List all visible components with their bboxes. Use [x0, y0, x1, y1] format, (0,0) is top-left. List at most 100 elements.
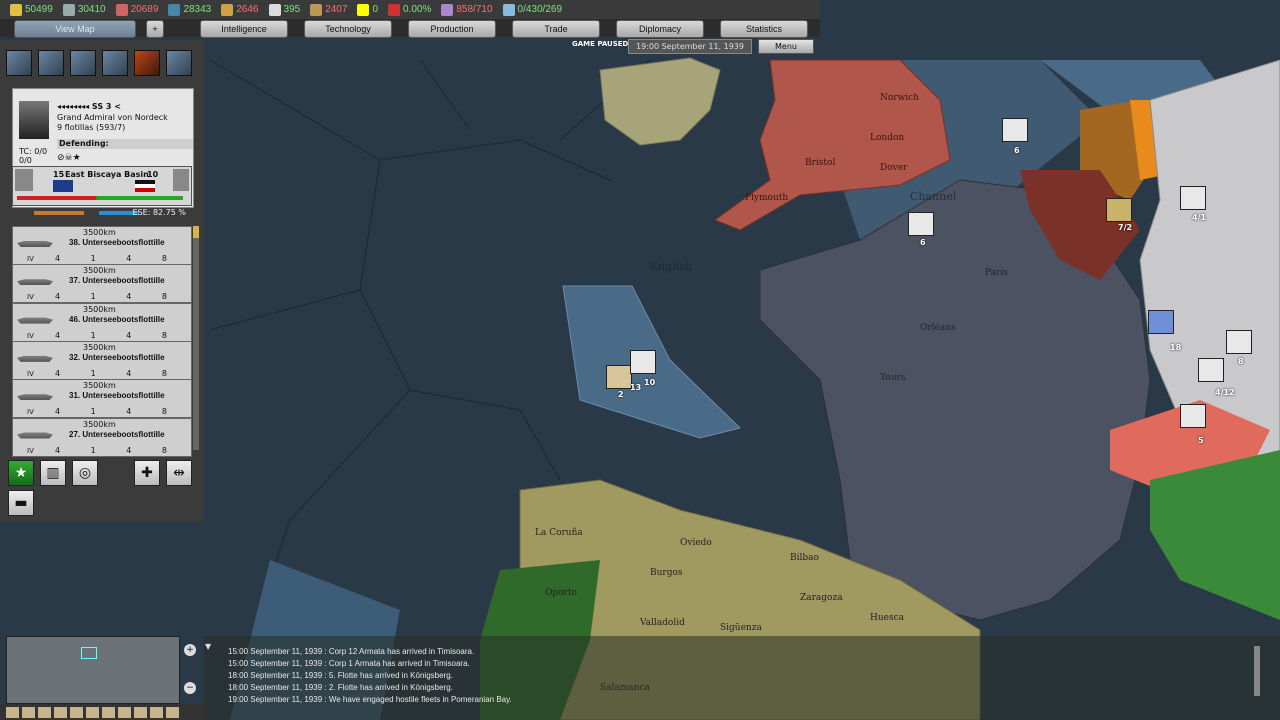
manpower-icon: [310, 3, 323, 16]
menu-button[interactable]: Menu: [758, 39, 814, 54]
flotilla-row[interactable]: 3500km 27. Unterseebootsflottille IV 4 1 4 …: [12, 417, 192, 457]
commander-portrait: [19, 101, 49, 139]
flotilla-list-scrollbar[interactable]: [193, 226, 199, 450]
set-home-button[interactable]: ★: [8, 460, 34, 486]
log-message: 15:00 September 11, 1939 : Corp 1 Armata…: [228, 659, 470, 668]
toolbar-icon[interactable]: [54, 706, 67, 718]
merge-button[interactable]: ✚: [134, 460, 160, 486]
resource-value: 0/430/269: [517, 4, 563, 15]
resource-dissent: 0.00%: [388, 3, 431, 16]
air-mode-icon[interactable]: [70, 50, 96, 76]
resource-metal: 30410: [62, 3, 106, 16]
tab-diplomacy[interactable]: Diplomacy: [616, 20, 704, 38]
reorganize-button[interactable]: ▥: [40, 460, 66, 486]
army-counter-german[interactable]: [1180, 186, 1206, 210]
toolbar-icon[interactable]: [22, 706, 35, 718]
split-button[interactable]: ⇹: [166, 460, 192, 486]
mission-label: Defending:: [57, 139, 193, 149]
resource-value: 2646: [236, 4, 259, 15]
commander-name[interactable]: Grand Admiral von Nordeck: [57, 113, 168, 122]
submarine-icon: [17, 241, 53, 247]
log-scrollbar[interactable]: [1254, 646, 1260, 696]
germany-flag-icon: [135, 180, 155, 192]
resource-value: 858/710: [456, 4, 493, 15]
army-counter-german[interactable]: [1198, 358, 1224, 382]
toolbar-icon[interactable]: [102, 706, 115, 718]
submarine-icon: [17, 432, 53, 439]
toolbar-icon[interactable]: [6, 706, 19, 718]
army-counter-french[interactable]: [1148, 310, 1174, 334]
flotilla-row[interactable]: 3500km 38. Unterseebootsflottille IV 4 1 4 …: [12, 226, 192, 265]
tab-intelligence[interactable]: Intelligence: [200, 20, 288, 38]
tab-production[interactable]: Production: [408, 20, 496, 38]
toolbar-icon[interactable]: [118, 706, 131, 718]
flotilla-row[interactable]: 3500km 46. Unterseebootsflottille IV 4 1 4 …: [12, 302, 192, 342]
flotilla-level: IV: [27, 408, 34, 417]
tab-technology[interactable]: Technology: [304, 20, 392, 38]
resource-value: 28343: [183, 4, 212, 15]
toolbar-icon[interactable]: [70, 706, 83, 718]
army-counter-german[interactable]: [1180, 404, 1206, 428]
land-mode-icon[interactable]: [38, 50, 64, 76]
flotilla-stats: 4 1 4 8: [55, 254, 181, 263]
army-counter-belgian[interactable]: [1106, 198, 1132, 222]
army-counter-german[interactable]: [1226, 330, 1252, 354]
toolbar-icon[interactable]: [38, 706, 51, 718]
toolbar-icon[interactable]: [86, 706, 99, 718]
resource-value: 50499: [25, 4, 53, 15]
submarine-icon: [17, 279, 53, 286]
counter-label: 5: [1198, 436, 1204, 445]
logistics-mode-icon[interactable]: [166, 50, 192, 76]
add-tab-button[interactable]: +: [146, 20, 164, 38]
counter-label: 7/2: [1118, 223, 1133, 232]
fleet-counter-british[interactable]: [606, 365, 632, 389]
tab-statistics[interactable]: Statistics: [720, 20, 808, 38]
bottom-toolbar: [0, 704, 206, 720]
flotilla-stats: 4 1 4 8: [55, 445, 181, 455]
naval-mode-icon[interactable]: [102, 50, 128, 76]
tab-view-map[interactable]: View Map: [14, 20, 136, 38]
zoom-out-icon[interactable]: −: [184, 682, 196, 694]
resource-transport: 858/710: [441, 3, 493, 16]
log-message: 18:00 September 11, 1939 : 5. Flotte has…: [228, 671, 453, 680]
energy-icon: [10, 3, 22, 16]
svg-text:Bristol: Bristol: [805, 158, 835, 168]
mission-icons: ⊘☠★: [57, 153, 81, 163]
toolbar-icon[interactable]: [150, 706, 163, 718]
tab-trade[interactable]: Trade: [512, 20, 600, 38]
resource-value: 395: [283, 4, 301, 15]
flotilla-level: IV: [27, 369, 34, 378]
fleet-counter-german[interactable]: [908, 212, 934, 236]
org-strength-row: ESE: 82.75 %: [18, 208, 190, 218]
flotilla-row[interactable]: 3500km 31. Unterseebootsflottille IV 4 1 4 …: [12, 379, 192, 419]
toolbar-icon[interactable]: [166, 706, 179, 718]
resource-value: 2407: [325, 4, 348, 15]
toolbar-icon[interactable]: [134, 706, 147, 718]
flotilla-range: 3500km: [83, 342, 116, 352]
flotilla-range: 3500km: [83, 228, 116, 237]
nuclear-icon: [357, 3, 370, 16]
counter-label: 4/1: [1192, 213, 1207, 222]
flotilla-row[interactable]: 3500km 32. Unterseebootsflottille IV 4 1 4 …: [12, 340, 192, 380]
minimap[interactable]: [6, 636, 180, 704]
fleet-counter-german[interactable]: [1002, 118, 1028, 142]
zoom-in-icon[interactable]: +: [184, 644, 196, 656]
flotilla-row[interactable]: 3500km 37. Unterseebootsflottille IV 4 1 4 …: [12, 264, 192, 304]
svg-text:Tours: Tours: [880, 373, 906, 383]
target-button[interactable]: ◎: [72, 460, 98, 486]
svg-text:Zaragoza: Zaragoza: [800, 593, 843, 603]
minimap-viewport[interactable]: [81, 647, 97, 659]
combat-box[interactable]: 15 East Biscaya Basin 10: [12, 166, 192, 206]
attach-ship-button[interactable]: ▬: [8, 490, 34, 516]
flotilla-level: IV: [27, 446, 34, 455]
terrain-mode-icon[interactable]: [6, 50, 32, 76]
defender-strength: 10: [147, 170, 159, 179]
flotilla-name: 32. Unterseebootsflottille: [69, 352, 165, 362]
combat-mode-icon[interactable]: [134, 50, 160, 76]
fleet-counter-german-selected[interactable]: [630, 350, 656, 374]
resource-rare-materials: 20689: [115, 3, 158, 16]
tc-label: TC: 0/0: [19, 147, 48, 156]
ese-value: ESE: 82.75 %: [132, 208, 186, 217]
log-collapse-icon[interactable]: ▼: [205, 642, 211, 651]
submarine-icon: [17, 394, 53, 401]
